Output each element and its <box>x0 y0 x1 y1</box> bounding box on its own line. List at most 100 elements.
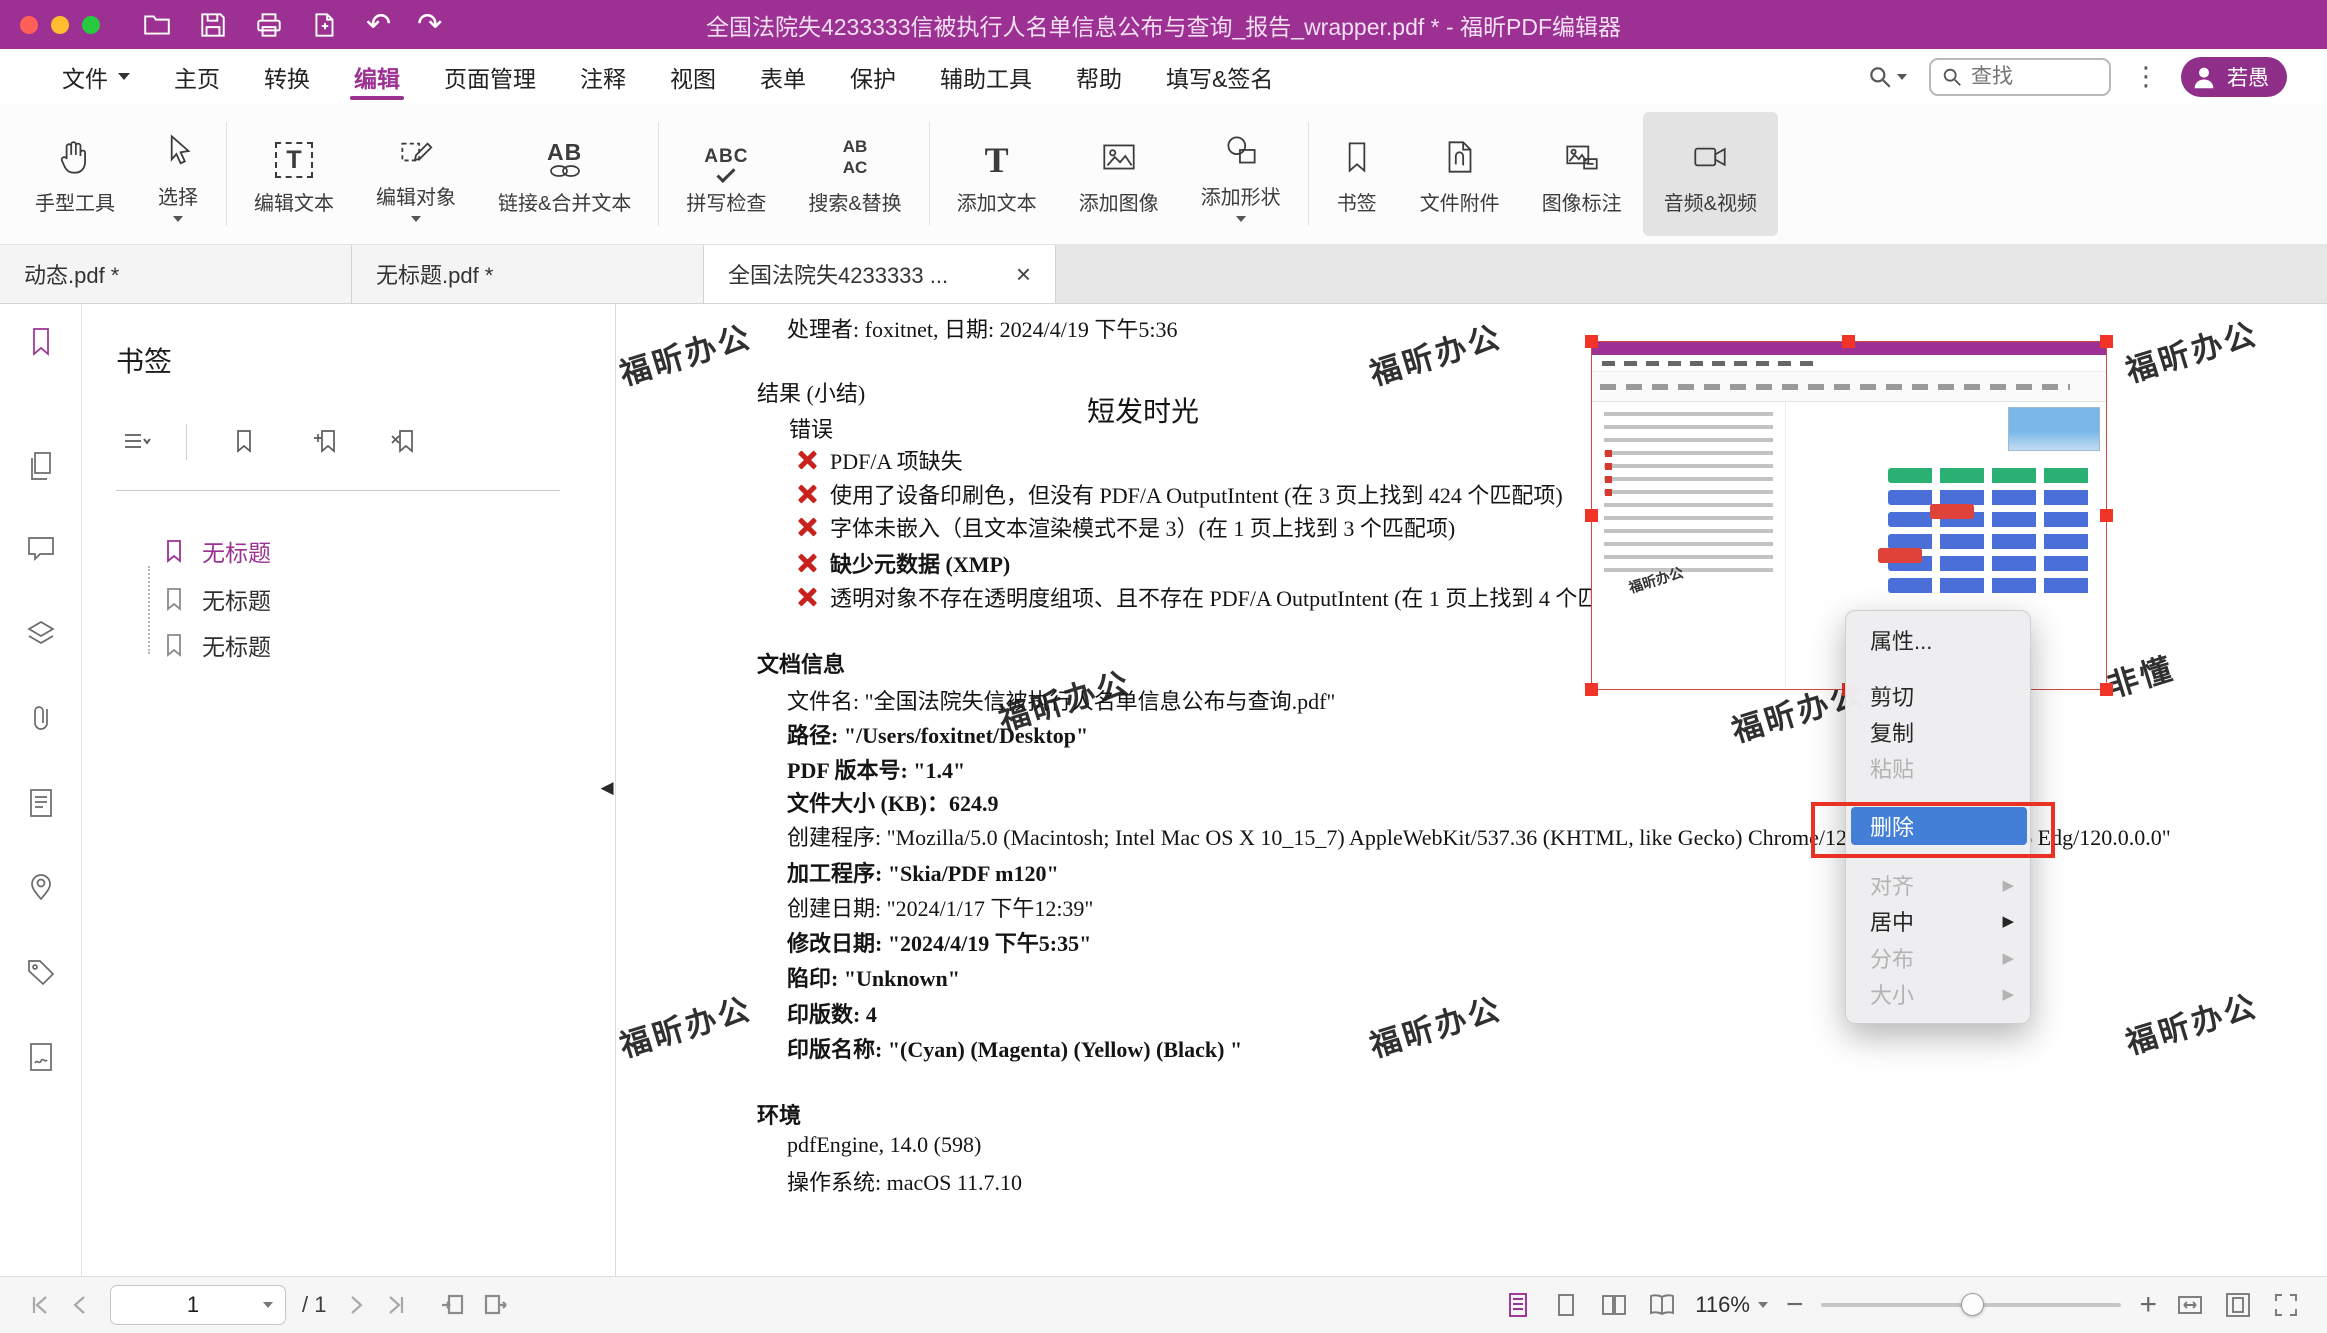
hand-tool-button[interactable]: 手型工具 <box>14 112 136 236</box>
menu-protect[interactable]: 保护 <box>828 49 918 104</box>
context-menu-copy[interactable]: 复制 <box>1846 713 2030 751</box>
zoom-in-button[interactable]: + <box>2139 1290 2157 1320</box>
fullscreen-button[interactable] <box>2271 1290 2301 1320</box>
layers-panel-icon[interactable] <box>23 616 59 652</box>
bookmark-button[interactable]: 书签 <box>1315 112 1399 236</box>
tags-panel-icon[interactable] <box>23 954 59 990</box>
view-mode-book-button[interactable] <box>1647 1290 1677 1320</box>
menu-accessibility[interactable]: 辅助工具 <box>918 49 1054 104</box>
tab-dongtai[interactable]: 动态.pdf * <box>0 245 352 303</box>
menu-convert[interactable]: 转换 <box>242 49 332 104</box>
last-page-button[interactable] <box>384 1292 410 1318</box>
signatures-panel-icon[interactable] <box>23 1039 59 1075</box>
next-page-button[interactable] <box>342 1292 368 1318</box>
previous-view-button[interactable] <box>440 1292 466 1318</box>
doc-error-item: 字体未嵌入（且文本渲染模式不是 3）(在 1 页上找到 3 个匹配项) <box>797 511 1455 543</box>
view-mode-continuous-button[interactable] <box>1503 1290 1533 1320</box>
view-mode-facing-button[interactable] <box>1599 1290 1629 1320</box>
more-options-icon[interactable]: ⋮ <box>2133 61 2159 92</box>
edit-object-button[interactable]: 编辑对象 <box>355 112 477 236</box>
open-file-icon[interactable] <box>142 10 172 40</box>
previous-page-button[interactable] <box>68 1292 94 1318</box>
tab-untitled[interactable]: 无标题.pdf * <box>352 245 704 303</box>
fit-width-button[interactable] <box>2175 1290 2205 1320</box>
file-attachment-button[interactable]: 文件附件 <box>1399 112 1521 236</box>
advanced-search-icon[interactable] <box>1867 64 1907 90</box>
new-document-icon[interactable] <box>310 10 340 40</box>
zoom-level-dropdown[interactable]: 116% <box>1695 1292 1768 1318</box>
minimize-window-button[interactable] <box>51 16 69 34</box>
fit-page-button[interactable] <box>2223 1290 2253 1320</box>
menu-home[interactable]: 主页 <box>152 49 242 104</box>
undo-icon[interactable]: ↶ <box>366 10 391 40</box>
user-account-button[interactable]: 若愚 <box>2181 57 2287 97</box>
menu-file[interactable]: 文件 <box>40 49 152 104</box>
next-view-button[interactable] <box>482 1292 508 1318</box>
selection-handle[interactable] <box>1585 683 1598 696</box>
panel-collapse-handle[interactable]: ◀ <box>598 766 616 810</box>
context-menu-properties[interactable]: 属性... <box>1846 621 2030 659</box>
selection-handle[interactable] <box>2100 509 2113 522</box>
page-number-box[interactable] <box>110 1285 286 1325</box>
pdf-page[interactable]: 福昕办公 福昕办公 福昕办公 福昕办公 福昕办公 福昕办公 福昕办公 福昕办公 … <box>617 304 2327 1276</box>
context-menu-center[interactable]: 居中▶ <box>1846 902 2030 940</box>
menu-help[interactable]: 帮助 <box>1054 49 1144 104</box>
selection-handle[interactable] <box>1585 509 1598 522</box>
menu-form[interactable]: 表单 <box>738 49 828 104</box>
expand-bookmark-icon[interactable] <box>228 426 260 458</box>
link-join-text-button[interactable]: AB 链接&合并文本 <box>477 112 652 236</box>
doc-info-heading: 文档信息 <box>757 647 845 679</box>
menu-edit[interactable]: 编辑 <box>332 49 422 104</box>
comments-panel-icon[interactable] <box>23 530 59 566</box>
audio-video-button[interactable]: 音频&视频 <box>1643 112 1778 236</box>
selection-handle[interactable] <box>1585 335 1598 348</box>
add-bookmark-icon[interactable] <box>310 426 342 458</box>
print-icon[interactable] <box>254 10 284 40</box>
menu-fill-sign[interactable]: 填写&签名 <box>1144 49 1295 104</box>
close-window-button[interactable] <box>20 16 38 34</box>
menu-view[interactable]: 视图 <box>648 49 738 104</box>
zoom-slider[interactable] <box>1821 1303 2121 1307</box>
save-icon[interactable] <box>198 10 228 40</box>
close-tab-icon[interactable]: × <box>1016 261 1031 287</box>
fields-panel-icon[interactable] <box>23 785 59 821</box>
menu-comment[interactable]: 注释 <box>558 49 648 104</box>
bookmark-options-icon[interactable] <box>120 426 152 458</box>
doc-info-line: 印版名称: "(Cyan) (Magenta) (Yellow) (Black)… <box>787 1032 1242 1064</box>
image-annotation-button[interactable]: 图像标注 <box>1521 112 1643 236</box>
tab-current-document[interactable]: 全国法院失4233333 ... × <box>704 245 1056 303</box>
select-tool-button[interactable]: 选择 <box>136 112 220 236</box>
ribbon-label: 链接&合并文本 <box>498 187 631 216</box>
add-image-button[interactable]: 添加图像 <box>1058 112 1180 236</box>
zoom-slider-knob[interactable] <box>1961 1293 1984 1316</box>
bookmark-item[interactable]: 无标题 <box>160 624 271 666</box>
edit-text-button[interactable]: T 编辑文本 <box>233 112 355 236</box>
find-search-box[interactable] <box>1929 58 2111 96</box>
redo-icon[interactable]: ↷ <box>417 10 442 40</box>
selection-handle[interactable] <box>2100 335 2113 348</box>
zoom-window-button[interactable] <box>82 16 100 34</box>
search-replace-button[interactable]: ABAC 搜索&替换 <box>787 112 922 236</box>
caret-down-icon <box>263 1302 273 1308</box>
attachments-panel-icon[interactable] <box>23 700 59 736</box>
add-shape-button[interactable]: 添加形状 <box>1180 112 1302 236</box>
menu-page-management[interactable]: 页面管理 <box>422 49 558 104</box>
bookmark-item[interactable]: 无标题 <box>160 530 271 572</box>
bookmarks-panel-icon[interactable] <box>23 324 59 360</box>
first-page-button[interactable] <box>26 1292 52 1318</box>
selection-handle[interactable] <box>1842 335 1855 348</box>
page-total-label: / 1 <box>302 1292 326 1318</box>
context-menu-cut[interactable]: 剪切 <box>1846 677 2030 715</box>
pages-panel-icon[interactable] <box>23 448 59 484</box>
spell-check-button[interactable]: ABC 拼写检查 <box>665 112 787 236</box>
bookmark-item[interactable]: 无标题 <box>160 578 271 620</box>
selection-handle[interactable] <box>2100 683 2113 696</box>
view-mode-single-button[interactable] <box>1551 1290 1581 1320</box>
delete-bookmark-icon[interactable] <box>388 426 420 458</box>
add-text-button[interactable]: T 添加文本 <box>936 112 1058 236</box>
page-number-input[interactable] <box>123 1292 263 1318</box>
ribbon-label: 编辑文本 <box>254 187 334 216</box>
destinations-panel-icon[interactable] <box>23 868 59 904</box>
zoom-out-button[interactable]: − <box>1786 1290 1804 1320</box>
search-input[interactable] <box>1971 65 2089 89</box>
